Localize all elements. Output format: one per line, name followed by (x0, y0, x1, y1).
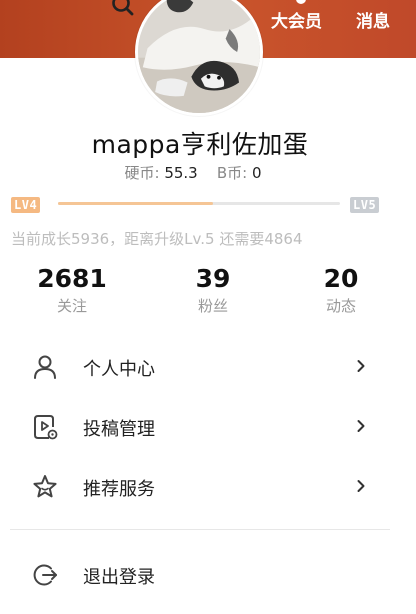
menu-item-personal-center[interactable]: 个人中心 (0, 342, 416, 392)
following-count: 2681 (37, 264, 107, 293)
menu-label-logout: 退出登录 (83, 567, 155, 588)
stat-posts[interactable]: 20 动态 (281, 264, 401, 316)
menu-item-submission-management[interactable]: 投稿管理 (0, 402, 416, 452)
next-level-badge: LV5 (350, 197, 380, 213)
vip-link[interactable]: 大会员 (271, 7, 322, 32)
username: mappa亨利佐加蛋 (91, 130, 309, 159)
avatar[interactable] (135, 0, 263, 116)
logout-icon (33, 564, 57, 586)
messages-link[interactable]: 消息 (356, 7, 390, 32)
chevron-right-icon (357, 420, 365, 432)
menu-item-logout[interactable]: 退出登录 (0, 550, 416, 600)
following-label: 关注 (56, 297, 87, 315)
followers-count: 39 (195, 264, 231, 293)
star-icon (33, 475, 57, 498)
b-coin-label: B币: (216, 164, 248, 182)
user-icon (34, 355, 56, 379)
level-progress-hint: 当前成长5936，距离升级Lv.5 还需要4864 (11, 230, 303, 248)
menu-item-recommended-services[interactable]: 推荐服务 (0, 462, 416, 512)
menu-label-personal-center: 个人中心 (83, 359, 155, 380)
stat-following[interactable]: 2681 关注 (12, 264, 132, 316)
menu-label-submission-management: 投稿管理 (83, 419, 155, 440)
current-level-badge: LV4 (11, 197, 41, 213)
hard-coin-value: 55.3 (164, 164, 198, 182)
menu-label-recommended-services: 推荐服务 (83, 479, 155, 500)
stat-followers[interactable]: 39 粉丝 (153, 264, 273, 316)
avatar-photo (138, 0, 260, 113)
b-coin-value: 0 (251, 164, 262, 182)
level-progress-fill (58, 202, 214, 205)
coin-balance: 硬币: 55.3 B币: 0 (0, 162, 386, 183)
posts-count: 20 (323, 264, 359, 293)
hard-coin-label: 硬币: (124, 164, 160, 182)
followers-label: 粉丝 (197, 297, 228, 315)
posts-label: 动态 (325, 297, 356, 315)
profile-page: 大会员 消息 mappa亨利佐加蛋 硬币: 55.3 B币: 0 LV4 LV5… (0, 0, 416, 614)
notification-dot (296, 0, 306, 4)
search-icon[interactable] (110, 0, 136, 18)
menu-divider (10, 529, 390, 530)
chevron-right-icon (357, 360, 365, 372)
chevron-right-icon (357, 480, 365, 492)
submission-icon (34, 415, 58, 440)
level-progress-bar (58, 202, 340, 205)
